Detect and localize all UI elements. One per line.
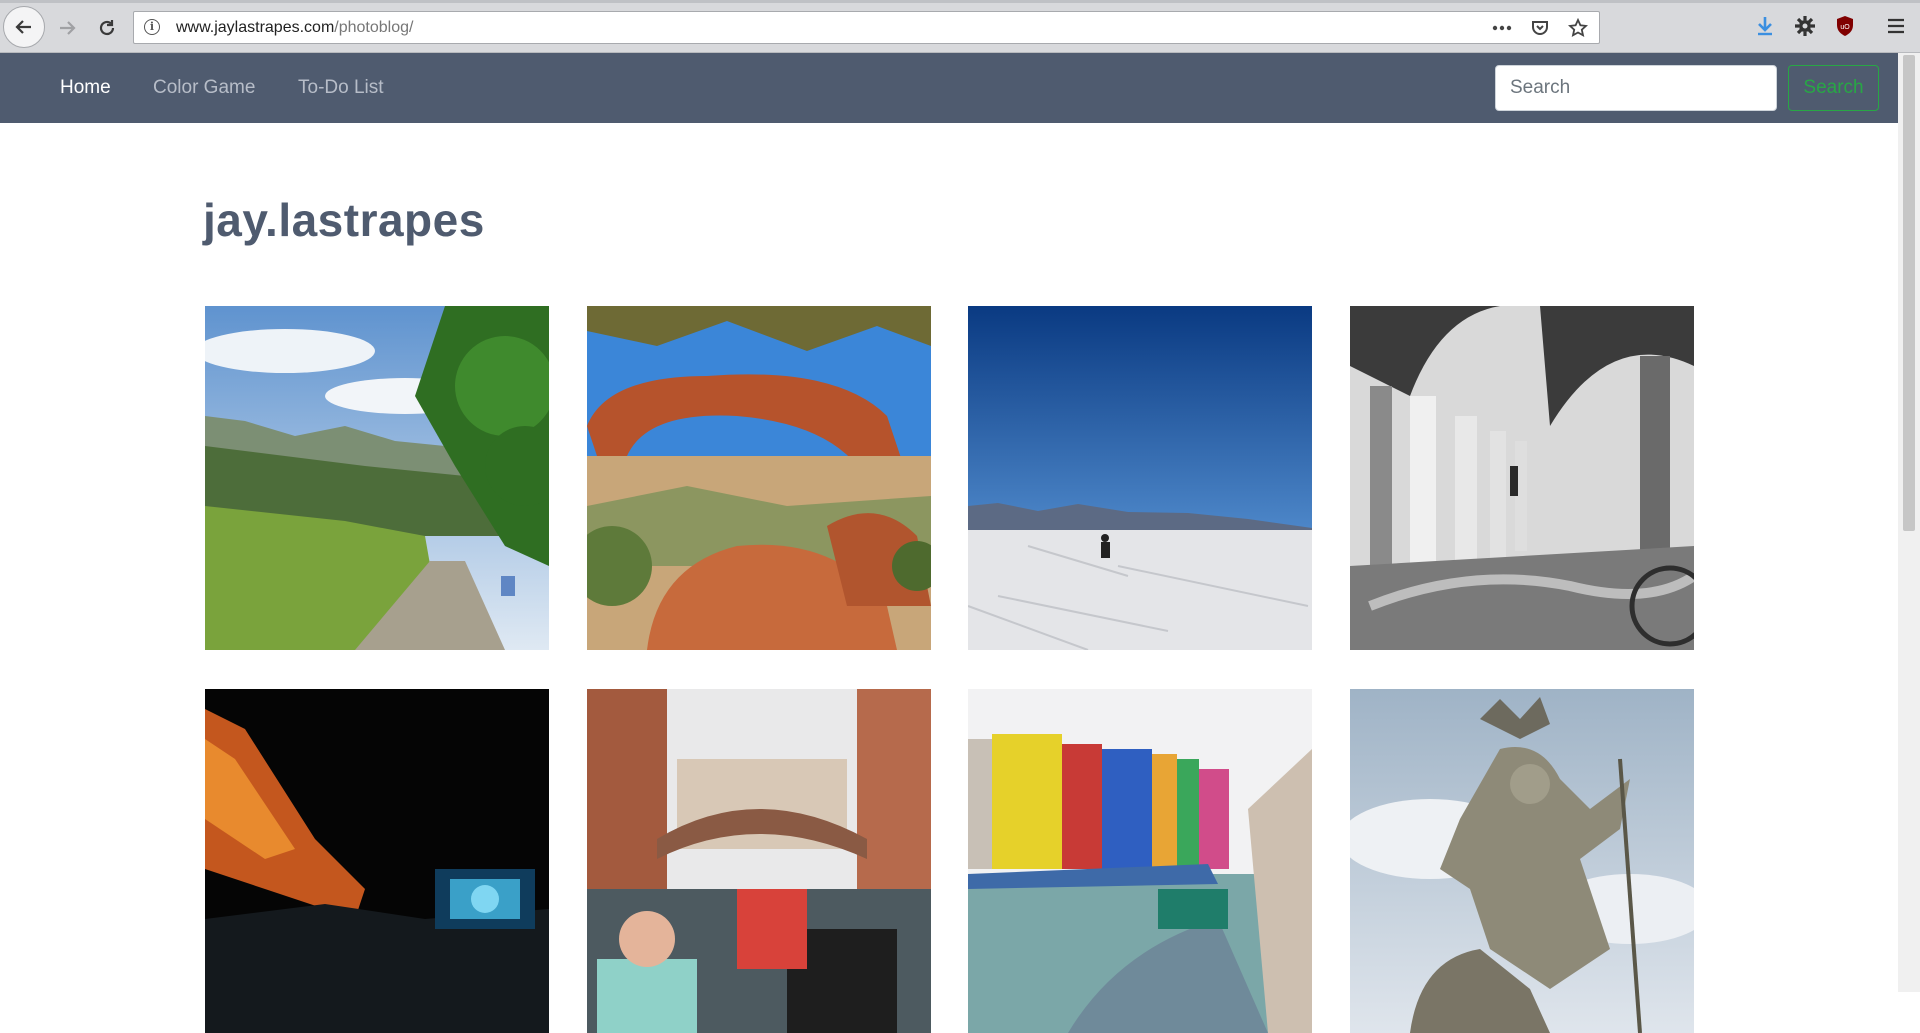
knight-statue-photo[interactable]	[1350, 689, 1694, 1033]
hamburger-menu-icon[interactable]	[1882, 12, 1910, 40]
search-button[interactable]: Search	[1788, 65, 1879, 111]
gear-icon[interactable]	[1792, 12, 1818, 40]
scrollbar-thumb[interactable]	[1903, 55, 1915, 531]
info-icon[interactable]: i	[144, 19, 160, 35]
browser-toolbar: i www.jaylastrapes.com/photoblog/ uO	[0, 0, 1920, 53]
site-navbar: Home Color Game To-Do List Search	[0, 53, 1898, 123]
back-arrow-icon[interactable]	[3, 6, 45, 48]
pocket-icon[interactable]	[1529, 17, 1551, 39]
tab-strip	[0, 0, 1920, 3]
nav-link-color-game[interactable]: Color Game	[153, 77, 255, 99]
red-rocks-concert-photo[interactable]	[205, 689, 549, 1033]
url-text[interactable]: www.jaylastrapes.com/photoblog/	[176, 19, 413, 37]
url-host: www.jaylastrapes.com	[176, 19, 335, 36]
salt-flats-walker-photo[interactable]	[968, 306, 1312, 650]
nav-link-home[interactable]: Home	[60, 77, 111, 99]
page-title: jay.lastrapes	[203, 194, 485, 246]
venice-gondola-photo[interactable]	[587, 689, 931, 1033]
ublock-shield-icon[interactable]: uO	[1832, 12, 1858, 40]
svg-text:uO: uO	[1840, 24, 1850, 31]
nav-link-todo-list[interactable]: To-Do List	[298, 77, 384, 99]
bookmark-star-icon[interactable]	[1567, 17, 1589, 39]
burano-canal-photo[interactable]	[968, 689, 1312, 1033]
reload-icon[interactable]	[87, 10, 127, 46]
search-input[interactable]	[1495, 65, 1777, 111]
forward-arrow-icon[interactable]	[47, 10, 87, 46]
more-dots-icon[interactable]	[1491, 17, 1513, 39]
page-scrollbar[interactable]	[1898, 53, 1920, 992]
download-arrow-icon[interactable]	[1752, 12, 1778, 40]
mountain-trail-photo[interactable]	[205, 306, 549, 650]
desert-arch-photo[interactable]	[587, 306, 931, 650]
colonnade-bw-photo[interactable]	[1350, 306, 1694, 650]
url-bar[interactable]: i www.jaylastrapes.com/photoblog/	[133, 11, 1600, 44]
url-path: /photoblog/	[334, 19, 414, 36]
